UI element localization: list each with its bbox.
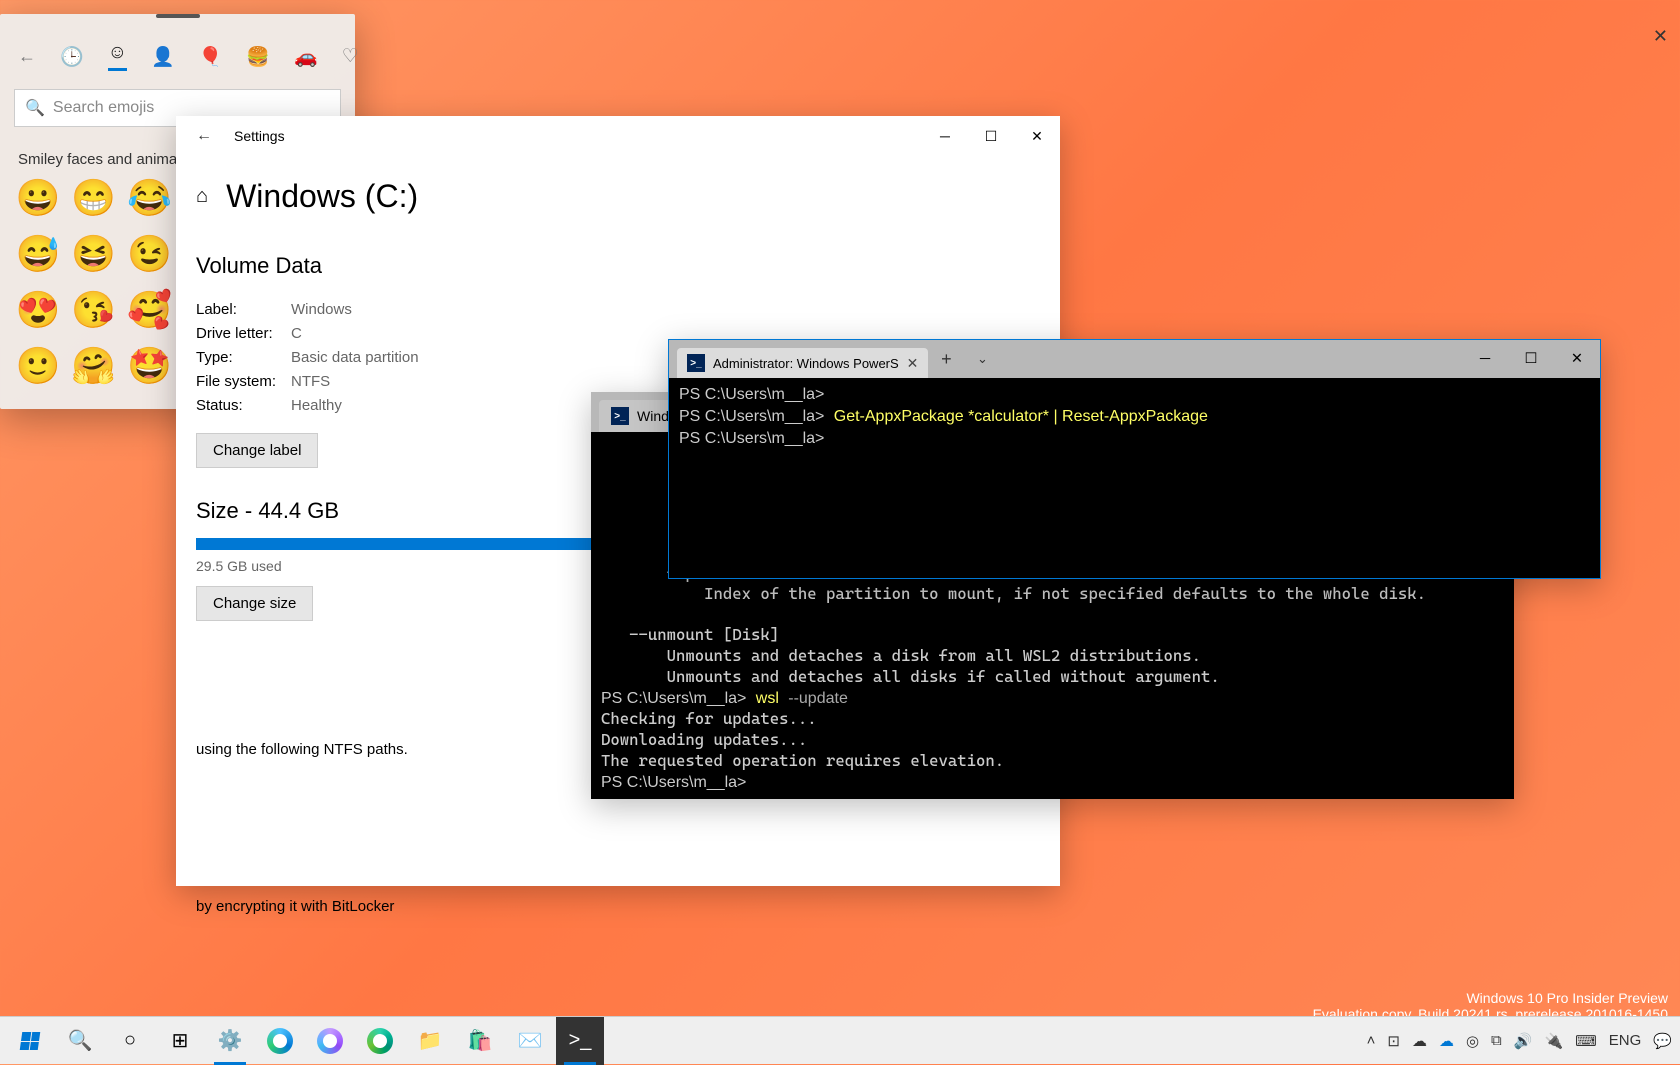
tray-location-icon[interactable]: ◎ <box>1466 1032 1479 1050</box>
home-icon[interactable]: ⌂ <box>196 185 208 208</box>
page-title: Windows (C:) <box>226 178 418 215</box>
taskbar-edge-canary[interactable] <box>356 1017 404 1065</box>
taskbar-edge[interactable] <box>256 1017 304 1065</box>
start-button[interactable] <box>6 1017 54 1065</box>
powershell-icon: >_ <box>687 354 705 372</box>
drive-value: C <box>291 325 302 342</box>
food-category-icon[interactable]: 🍔 <box>246 45 270 69</box>
tray-onedrive-icon-2[interactable]: ☁ <box>1439 1032 1454 1050</box>
emoji-item[interactable]: 🤩 <box>126 342 174 390</box>
minimize-button[interactable]: ─ <box>1462 341 1508 377</box>
label-label: Label: <box>196 301 291 318</box>
change-size-button[interactable]: Change size <box>196 586 313 621</box>
transport-category-icon[interactable]: 🚗 <box>294 45 318 69</box>
close-button[interactable]: ✕ <box>1014 116 1060 156</box>
type-value: Basic data partition <box>291 349 419 366</box>
emoji-item[interactable]: 😍 <box>14 286 62 334</box>
prompt-line3: PS C:\Users\m__la> <box>679 430 824 447</box>
label-value: Windows <box>291 301 352 318</box>
minimize-button[interactable]: ─ <box>922 116 968 156</box>
taskbar: 🔍 ○ ⊞ ⚙️ 📁 🛍️ ✉️ >_ ˄ ⊡ ☁ ☁ ◎ ⧉ 🔊 🔌 ⌨ EN… <box>0 1016 1680 1064</box>
prompt-line1: PS C:\Users\m__la> <box>679 386 824 403</box>
tray-onedrive-icon[interactable]: ☁ <box>1412 1032 1427 1050</box>
status-label: Status: <box>196 397 291 414</box>
taskbar-terminal[interactable]: >_ <box>556 1017 604 1065</box>
maximize-button[interactable]: ☐ <box>1508 341 1554 377</box>
emoji-item[interactable]: 🤗 <box>70 342 118 390</box>
task-view-button[interactable]: ⊞ <box>156 1017 204 1065</box>
new-tab-button[interactable]: + <box>928 349 964 370</box>
search-button[interactable]: 🔍 <box>56 1017 104 1065</box>
celebrations-category-icon[interactable]: 🎈 <box>199 45 223 69</box>
cortana-button[interactable]: ○ <box>106 1017 154 1065</box>
change-label-button[interactable]: Change label <box>196 433 318 468</box>
tab-close-icon[interactable]: ✕ <box>907 355 919 372</box>
recent-category-icon[interactable]: 🕒 <box>60 45 84 69</box>
emoji-item[interactable]: 😆 <box>70 230 118 278</box>
terminal-bg-tab-title: Wind <box>637 408 669 424</box>
emoji-item[interactable]: 😉 <box>126 230 174 278</box>
emoji-back-button[interactable]: ← <box>18 46 36 67</box>
emoji-item[interactable]: 😅 <box>14 230 62 278</box>
status-value: Healthy <box>291 397 342 414</box>
tray-chevron-icon[interactable]: ˄ <box>1367 1032 1376 1049</box>
tray-volume-icon[interactable]: 🔊 <box>1514 1032 1533 1050</box>
maximize-button[interactable]: ☐ <box>968 116 1014 156</box>
close-button[interactable]: ✕ <box>1653 26 1668 47</box>
volume-section-heading: Volume Data <box>196 253 1040 279</box>
people-category-icon[interactable]: 👤 <box>151 45 175 69</box>
terminal-fg-tab[interactable]: >_ Administrator: Windows PowerS ✕ <box>677 348 928 378</box>
size-used: 29.5 GB used <box>196 558 282 574</box>
emoji-item[interactable]: 😁 <box>70 174 118 222</box>
powershell-icon: >_ <box>611 407 629 425</box>
system-tray: ˄ ⊡ ☁ ☁ ◎ ⧉ 🔊 🔌 ⌨ ENG 💬 <box>1367 1032 1680 1050</box>
taskbar-edge-dev[interactable] <box>306 1017 354 1065</box>
back-button[interactable]: ← <box>196 127 212 145</box>
hearts-category-icon[interactable]: ♡ <box>342 45 359 68</box>
fs-label: File system: <box>196 373 291 390</box>
bitlocker-text: by encrypting it with BitLocker <box>196 898 1040 915</box>
drive-label: Drive letter: <box>196 325 291 342</box>
fs-value: NTFS <box>291 373 330 390</box>
settings-titlebar[interactable]: ← Settings ─ ☐ ✕ <box>176 116 1060 156</box>
close-button[interactable]: ✕ <box>1554 341 1600 377</box>
terminal-fg-tabbar[interactable]: >_ Administrator: Windows PowerS ✕ + ⌄ ─… <box>669 340 1600 378</box>
tray-meet-icon[interactable]: ⊡ <box>1387 1032 1400 1050</box>
emoji-item[interactable]: 🙂 <box>14 342 62 390</box>
emoji-item[interactable]: 😂 <box>126 174 174 222</box>
type-label: Type: <box>196 349 291 366</box>
emoji-item[interactable]: 🥰 <box>126 286 174 334</box>
terminal-window-fg: >_ Administrator: Windows PowerS ✕ + ⌄ ─… <box>668 339 1601 579</box>
tray-notifications-icon[interactable]: 💬 <box>1653 1032 1672 1050</box>
smiley-category-icon[interactable]: ☺ <box>108 42 127 71</box>
command: Get-AppxPackage *calculator* | Reset-App… <box>834 408 1208 425</box>
taskbar-mail[interactable]: ✉️ <box>506 1017 554 1065</box>
search-icon: 🔍 <box>25 98 45 118</box>
settings-title: Settings <box>234 128 285 144</box>
emoji-item[interactable]: 😘 <box>70 286 118 334</box>
prompt-line2: PS C:\Users\m__la> <box>679 408 824 425</box>
taskbar-store[interactable]: 🛍️ <box>456 1017 504 1065</box>
taskbar-settings[interactable]: ⚙️ <box>206 1017 254 1065</box>
terminal-fg-tab-title: Administrator: Windows PowerS <box>713 356 899 371</box>
terminal-fg-content[interactable]: PS C:\Users\m__la> PS C:\Users\m__la> Ge… <box>669 378 1600 455</box>
tray-power-icon[interactable]: 🔌 <box>1544 1032 1563 1050</box>
tray-language[interactable]: ENG <box>1609 1032 1642 1049</box>
watermark-line1: Windows 10 Pro Insider Preview <box>1313 990 1668 1006</box>
tab-dropdown-button[interactable]: ⌄ <box>964 351 1000 367</box>
search-placeholder: Search emojis <box>53 99 154 117</box>
tray-cast-icon[interactable]: ⧉ <box>1491 1032 1502 1049</box>
taskbar-explorer[interactable]: 📁 <box>406 1017 454 1065</box>
tray-keyboard-icon[interactable]: ⌨ <box>1575 1032 1597 1050</box>
emoji-item[interactable]: 😀 <box>14 174 62 222</box>
